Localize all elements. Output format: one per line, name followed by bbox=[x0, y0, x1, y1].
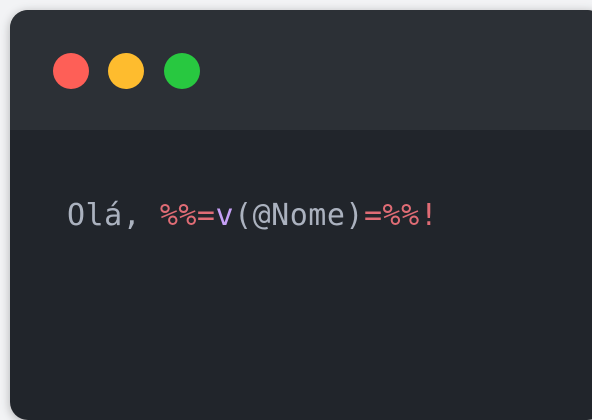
code-close-delimiter: =%% bbox=[364, 198, 420, 233]
code-arguments: (@Nome) bbox=[234, 198, 364, 233]
code-line: Olá, %%=v(@Nome)=%%! bbox=[67, 196, 438, 236]
code-greeting: Olá, bbox=[67, 198, 160, 233]
close-button[interactable] bbox=[53, 53, 89, 89]
code-open-delimiter: %%= bbox=[159, 198, 216, 233]
title-bar bbox=[10, 10, 592, 130]
zoom-button[interactable] bbox=[164, 53, 200, 89]
code-window: Olá, %%=v(@Nome)=%%! bbox=[10, 10, 592, 420]
code-exclamation: ! bbox=[419, 198, 439, 233]
minimize-button[interactable] bbox=[108, 53, 144, 89]
code-function-name: v bbox=[215, 198, 235, 233]
